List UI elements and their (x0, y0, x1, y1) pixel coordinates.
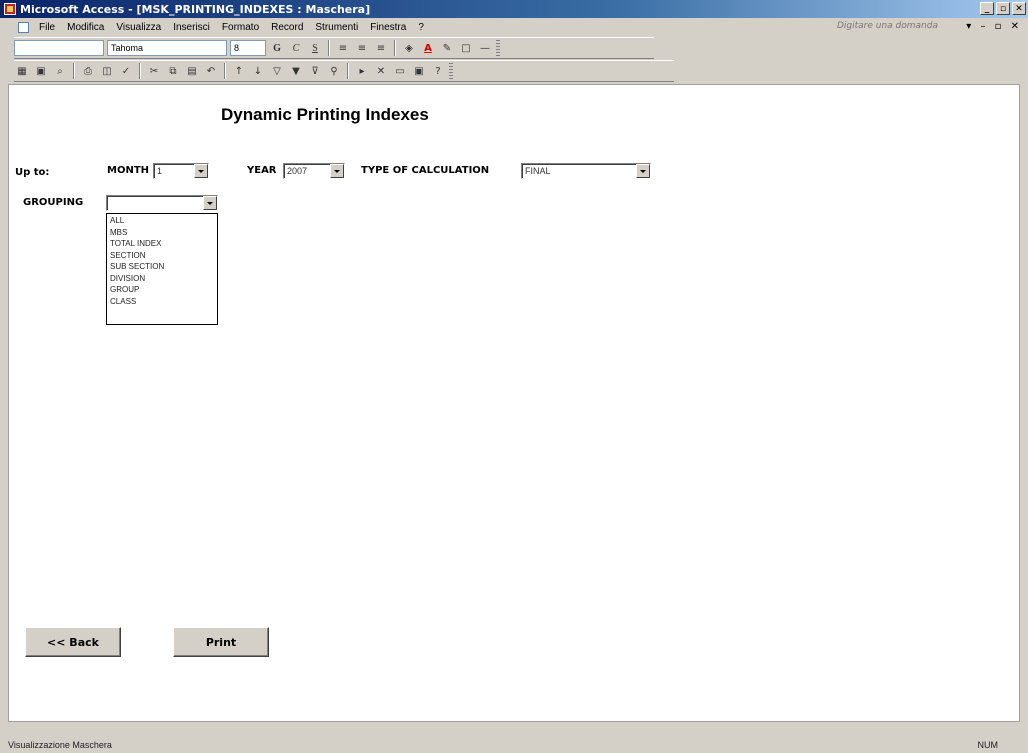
object-select[interactable] (14, 40, 104, 56)
year-combo[interactable]: 2007 (283, 163, 345, 179)
menu-strumenti[interactable]: Strumenti (309, 22, 364, 33)
form-canvas: Dynamic Printing Indexes Up to: MONTH 1 … (8, 84, 1020, 722)
border-icon[interactable]: □ (458, 40, 474, 56)
year-label: YEAR (247, 165, 277, 176)
grouping-label: GROUPING (23, 197, 84, 208)
grouping-option-all[interactable]: ALL (107, 215, 217, 227)
grouping-option-section[interactable]: SECTION (107, 250, 217, 262)
cut-icon[interactable]: ✂ (146, 63, 162, 79)
font-name-select[interactable]: Tahoma (107, 40, 227, 56)
grouping-option-division[interactable]: DIVISION (107, 273, 217, 285)
print-preview-icon[interactable]: ◫ (99, 63, 115, 79)
window-titlebar: Microsoft Access - [MSK_PRINTING_INDEXES… (0, 0, 1028, 18)
spelling-icon[interactable]: ✓ (118, 63, 134, 79)
undo-icon[interactable]: ↶ (203, 63, 219, 79)
grouping-option-group[interactable]: GROUP (107, 284, 217, 296)
calc-type-dropdown-button[interactable] (636, 164, 650, 178)
form-title: Dynamic Printing Indexes (221, 105, 429, 124)
align-center-icon[interactable]: ≡ (354, 40, 370, 56)
view-icon[interactable]: ▦ (14, 63, 30, 79)
line-color-icon[interactable]: ✎ (439, 40, 455, 56)
paste-icon[interactable]: ▤ (184, 63, 200, 79)
underline-icon[interactable]: S (307, 40, 323, 56)
menu-modifica[interactable]: Modifica (61, 22, 110, 33)
menu-bar: File Modifica Visualizza Inserisci Forma… (0, 18, 1028, 36)
month-dropdown-button[interactable] (194, 164, 208, 178)
find-icon[interactable]: ⚲ (326, 63, 342, 79)
font-color-icon[interactable]: A (420, 40, 436, 56)
search-icon[interactable]: ⌕ (52, 63, 68, 79)
chevron-down-icon (640, 169, 646, 173)
status-bar: Visualizzazione Maschera NUM (0, 737, 1028, 753)
minimize-icon[interactable]: _ (980, 2, 994, 15)
grouping-option-class[interactable]: CLASS (107, 296, 217, 308)
apply-filter-icon[interactable]: ⊽ (307, 63, 323, 79)
align-left-icon[interactable]: ≡ (335, 40, 351, 56)
chevron-down-icon (207, 201, 213, 205)
close-icon[interactable]: ✕ (1012, 2, 1026, 15)
toolbar-grip[interactable] (449, 63, 453, 79)
chevron-down-icon (334, 169, 340, 173)
help-icon[interactable]: ? (430, 63, 446, 79)
form-document-icon[interactable] (18, 21, 29, 33)
bold-icon[interactable]: G (269, 40, 285, 56)
grouping-option-total-index[interactable]: TOTAL INDEX (107, 238, 217, 250)
question-box[interactable]: Digitare una domanda (837, 21, 938, 31)
calc-type-combo[interactable]: FINAL (521, 163, 651, 179)
sort-descending-icon[interactable]: ↓ (250, 63, 266, 79)
calc-type-label: TYPE OF CALCULATION (361, 165, 490, 176)
mdi-window-controls[interactable]: ▾ – ▫ ✕ (966, 21, 1022, 32)
form-view-toolbar: ▦ ▣ ⌕ ⎙ ◫ ✓ ✂ ⧉ ▤ ↶ ↑ ↓ ▽ ▼ ⊽ ⚲ ▸ ✕ ▭ ▣ … (14, 60, 674, 82)
save-icon[interactable]: ▣ (33, 63, 49, 79)
access-app-icon (4, 3, 16, 15)
menu-help[interactable]: ? (412, 22, 430, 33)
menu-formato[interactable]: Formato (216, 22, 265, 33)
grouping-option-sub-section[interactable]: SUB SECTION (107, 261, 217, 273)
menu-file[interactable]: File (33, 22, 61, 33)
delete-record-icon[interactable]: ✕ (373, 63, 389, 79)
menu-visualizza[interactable]: Visualizza (110, 22, 167, 33)
up-to-label: Up to: (15, 167, 50, 178)
new-object-icon[interactable]: ▣ (411, 63, 427, 79)
num-lock-indicator: NUM (977, 740, 999, 750)
formatting-toolbar: Tahoma 8 G C S ≡ ≡ ≡ ◈ A ✎ □ — (14, 37, 654, 59)
database-window-icon[interactable]: ▭ (392, 63, 408, 79)
calc-type-value: FINAL (525, 166, 551, 176)
fill-color-icon[interactable]: ◈ (401, 40, 417, 56)
line-width-icon[interactable]: — (477, 40, 493, 56)
italic-icon[interactable]: C (288, 40, 304, 56)
font-size-select[interactable]: 8 (230, 40, 266, 56)
grouping-option-mbs[interactable]: MBS (107, 227, 217, 239)
menu-inserisci[interactable]: Inserisci (167, 22, 216, 33)
sort-ascending-icon[interactable]: ↑ (231, 63, 247, 79)
new-record-icon[interactable]: ▸ (354, 63, 370, 79)
filter-by-form-icon[interactable]: ▼ (288, 63, 304, 79)
print-button[interactable]: Print (173, 627, 269, 657)
print-icon[interactable]: ⎙ (80, 63, 96, 79)
grouping-dropdown-button[interactable] (203, 196, 217, 210)
window-title: Microsoft Access - [MSK_PRINTING_INDEXES… (20, 2, 371, 16)
menu-record[interactable]: Record (265, 22, 309, 33)
back-button[interactable]: << Back (25, 627, 121, 657)
grouping-combo[interactable] (106, 195, 218, 211)
status-text: Visualizzazione Maschera (8, 740, 112, 750)
menu-finestra[interactable]: Finestra (364, 22, 412, 33)
month-label: MONTH (107, 165, 150, 176)
window-controls: _ ▫ ✕ (980, 2, 1026, 15)
copy-icon[interactable]: ⧉ (165, 63, 181, 79)
grouping-dropdown-list: ALL MBS TOTAL INDEX SECTION SUB SECTION … (106, 213, 218, 325)
year-dropdown-button[interactable] (330, 164, 344, 178)
align-right-icon[interactable]: ≡ (373, 40, 389, 56)
chevron-down-icon (198, 169, 204, 173)
filter-by-selection-icon[interactable]: ▽ (269, 63, 285, 79)
maximize-icon[interactable]: ▫ (996, 2, 1010, 15)
month-value: 1 (157, 166, 163, 176)
year-value: 2007 (287, 166, 308, 176)
month-combo[interactable]: 1 (153, 163, 209, 179)
toolbar-grip[interactable] (496, 40, 500, 56)
